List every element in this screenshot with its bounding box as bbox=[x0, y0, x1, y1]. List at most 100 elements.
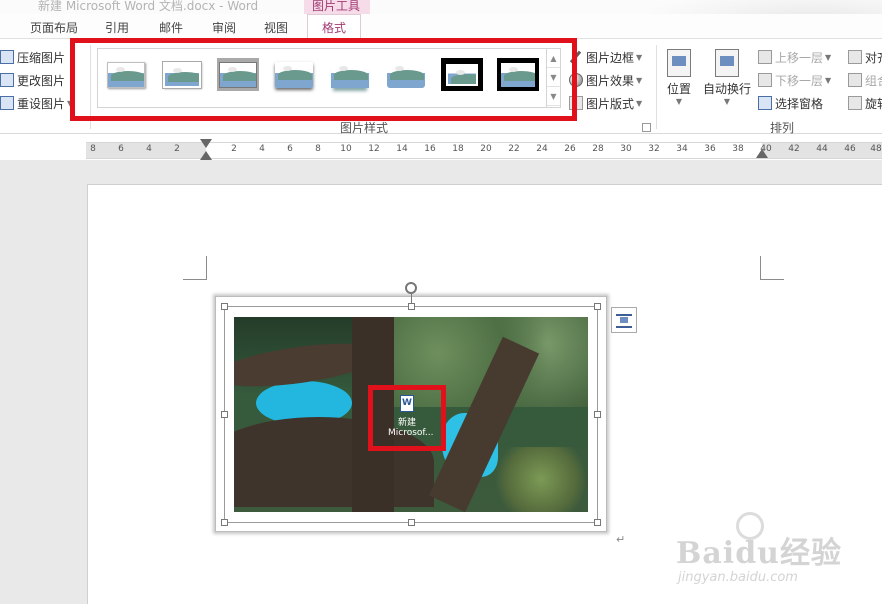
chevron-down-icon: ▼ bbox=[825, 75, 832, 85]
picture-style-thumbnail bbox=[162, 60, 202, 89]
ruler-tick-label: 32 bbox=[648, 144, 660, 154]
picture-style-thumbnail bbox=[446, 63, 478, 86]
picture-style-soft-edge[interactable] bbox=[385, 58, 427, 91]
tab-format[interactable]: 格式 bbox=[307, 14, 362, 38]
rotate-button[interactable]: 旋转 bbox=[848, 93, 882, 113]
change-picture-button[interactable]: 更改图片 bbox=[0, 70, 65, 90]
rotate-handle-icon[interactable] bbox=[405, 282, 417, 294]
ruler-tick-label: 8 bbox=[90, 144, 96, 154]
baidu-watermark: Baidu经验 jingyan.baidu.com bbox=[676, 512, 882, 604]
pen-icon bbox=[569, 50, 583, 64]
picture-style-simple-frame-white[interactable] bbox=[105, 58, 147, 91]
picture-style-beveled-matte[interactable] bbox=[161, 58, 203, 91]
desktop-icon-label: Microsof... bbox=[388, 428, 434, 438]
desktop-icon-label: 新建 bbox=[398, 418, 417, 428]
ribbon-tabs: 页面布局 引用 邮件 审阅 视图 格式 bbox=[0, 14, 882, 38]
tab-review[interactable]: 审阅 bbox=[212, 19, 236, 36]
send-backward-button[interactable]: 下移一层 ▼ bbox=[758, 70, 831, 90]
picture-layout-label: 图片版式 bbox=[586, 96, 635, 111]
tab-page-layout[interactable]: 页面布局 bbox=[30, 19, 78, 36]
resize-handle-bottom-left[interactable] bbox=[221, 519, 228, 526]
picture-layout-button[interactable]: 图片版式 ▼ bbox=[569, 93, 642, 113]
watermark-url: jingyan.baidu.com bbox=[678, 570, 798, 585]
ruler-tick-label: 12 bbox=[368, 144, 380, 154]
photo-trunk bbox=[352, 317, 394, 512]
word-document-icon bbox=[400, 395, 414, 412]
tree-photo[interactable]: 新建 Microsof... bbox=[234, 317, 588, 512]
gallery-more-icon[interactable]: ▼ bbox=[547, 87, 560, 106]
compress-label: 压缩图片 bbox=[17, 50, 66, 65]
ruler-tick-label: 22 bbox=[508, 144, 520, 154]
picture-styles-group-label: 图片样式 bbox=[340, 121, 389, 135]
picture-style-thick-matte-black[interactable] bbox=[497, 58, 539, 91]
ruler-tick-label: 6 bbox=[287, 144, 293, 154]
tab-references[interactable]: 引用 bbox=[105, 19, 129, 36]
picture-effects-button[interactable]: 图片效果 ▼ bbox=[569, 70, 642, 90]
picture-styles-gallery[interactable]: ▲ ▼ ▼ bbox=[97, 48, 561, 108]
selection-pane-icon bbox=[758, 96, 772, 110]
bring-forward-button[interactable]: 上移一层 ▼ bbox=[758, 47, 831, 67]
group-icon bbox=[848, 73, 862, 87]
resize-handle-top-right[interactable] bbox=[594, 303, 601, 310]
chevron-down-icon: ▼ bbox=[636, 75, 643, 85]
picture-style-drop-shadow[interactable] bbox=[273, 58, 315, 91]
chevron-down-icon: ▼ bbox=[825, 52, 832, 62]
picture-style-double-frame-black[interactable] bbox=[441, 58, 483, 91]
rotate-handle-stem bbox=[411, 294, 412, 304]
reset-picture-button[interactable]: 重设图片 ▼ bbox=[0, 93, 73, 113]
group-label: 组合 bbox=[865, 73, 882, 88]
resize-handle-top[interactable] bbox=[408, 303, 415, 310]
first-line-indent-marker[interactable] bbox=[200, 139, 212, 148]
gallery-scroll-controls: ▲ ▼ ▼ bbox=[546, 49, 560, 107]
ruler-tick-label: 10 bbox=[340, 144, 352, 154]
resize-handle-left[interactable] bbox=[221, 411, 228, 418]
picture-style-reflected[interactable] bbox=[329, 58, 371, 91]
compress-pictures-button[interactable]: 压缩图片 bbox=[0, 47, 65, 67]
picture-tools-context-group: 图片工具 bbox=[304, 0, 370, 14]
chevron-down-icon: ▼ bbox=[67, 98, 74, 108]
resize-handle-bottom[interactable] bbox=[408, 519, 415, 526]
ruler-tick-label: 4 bbox=[259, 144, 265, 154]
gallery-scroll-up-icon[interactable]: ▲ bbox=[547, 49, 560, 68]
position-label: 位置 bbox=[667, 82, 692, 96]
resize-handle-right[interactable] bbox=[594, 411, 601, 418]
tab-view[interactable]: 视图 bbox=[264, 19, 288, 36]
ruler-tick-label: 14 bbox=[396, 144, 408, 154]
chevron-down-icon: ▼ bbox=[636, 52, 643, 62]
margin-corner-mark bbox=[183, 256, 207, 280]
dialog-launcher-icon[interactable] bbox=[642, 123, 651, 132]
layout-icon bbox=[569, 96, 583, 110]
picture-effects-label: 图片效果 bbox=[586, 73, 635, 88]
reset-picture-label: 重设图片 bbox=[17, 96, 66, 111]
send-backward-label: 下移一层 bbox=[775, 73, 824, 88]
hanging-indent-marker[interactable] bbox=[200, 151, 212, 160]
right-indent-marker[interactable] bbox=[756, 149, 768, 158]
gallery-scroll-down-icon[interactable]: ▼ bbox=[547, 68, 560, 87]
resize-handle-top-left[interactable] bbox=[221, 303, 228, 310]
align-button[interactable]: 对齐 bbox=[848, 47, 882, 67]
group-divider bbox=[90, 45, 91, 129]
ruler-tick-label: 36 bbox=[704, 144, 716, 154]
ruler-tick-label: 46 bbox=[844, 144, 856, 154]
resize-handle-bottom-right[interactable] bbox=[594, 519, 601, 526]
wrap-text-button[interactable]: 自动换行 ▼ bbox=[703, 49, 751, 106]
title-bar: 新建 Microsoft Word 文档.docx - Word 图片工具 bbox=[0, 0, 882, 14]
window-title: 新建 Microsoft Word 文档.docx - Word bbox=[38, 0, 259, 13]
chevron-down-icon: ▼ bbox=[675, 97, 683, 106]
picture-border-button[interactable]: 图片边框 ▼ bbox=[569, 47, 642, 67]
align-icon bbox=[848, 50, 862, 64]
tab-mailings[interactable]: 邮件 bbox=[159, 19, 183, 36]
ruler-tick-label: 18 bbox=[452, 144, 464, 154]
picture-style-thumbnail bbox=[219, 61, 257, 88]
picture-style-metal-frame[interactable] bbox=[217, 58, 259, 91]
ruler-tick-label: 28 bbox=[592, 144, 604, 154]
layout-options-icon[interactable] bbox=[611, 307, 637, 333]
align-label: 对齐 bbox=[865, 50, 882, 65]
group-button[interactable]: 组合 bbox=[848, 70, 882, 90]
context-group-label: 图片工具 bbox=[312, 0, 361, 13]
position-button[interactable]: 位置 ▼ bbox=[667, 49, 691, 106]
compress-icon bbox=[0, 50, 14, 64]
selection-pane-label: 选择窗格 bbox=[775, 96, 824, 111]
horizontal-ruler[interactable]: 8 6 4 2 2 4 6 8 10 12 14 16 18 20 22 24 … bbox=[86, 139, 882, 166]
selection-pane-button[interactable]: 选择窗格 bbox=[758, 93, 823, 113]
